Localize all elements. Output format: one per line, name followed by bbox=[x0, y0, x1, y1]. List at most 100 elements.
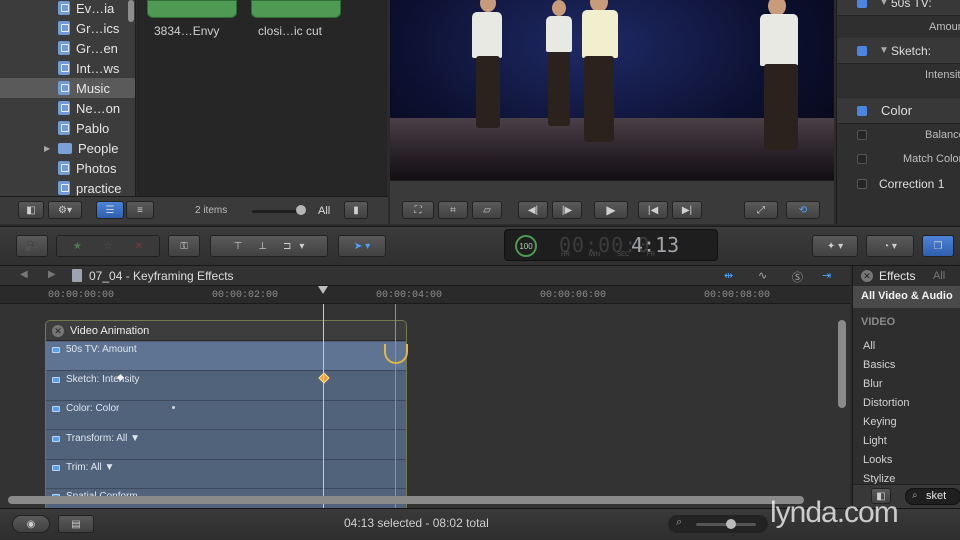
zoom-out-icon[interactable]: ⌕ bbox=[676, 516, 682, 529]
distort-icon[interactable]: ▱ bbox=[472, 201, 502, 219]
animation-row[interactable]: Trim: All ▼ bbox=[46, 460, 406, 489]
zoom-slider-knob[interactable] bbox=[726, 519, 736, 529]
effects-category[interactable]: Blur bbox=[863, 378, 883, 390]
library-item[interactable]: Int…ws bbox=[0, 58, 135, 78]
param-icon bbox=[52, 465, 60, 471]
effect-header[interactable]: Color bbox=[837, 98, 960, 124]
effect-enable-checkbox[interactable] bbox=[857, 105, 867, 116]
timeline-ruler[interactable]: 00:00:00:00 00:00:02:00 00:00:04:00 00:0… bbox=[0, 286, 850, 304]
retime-icon[interactable]: ◔ ▾ bbox=[866, 235, 914, 257]
go-to-end-icon[interactable]: ▶| bbox=[672, 201, 702, 219]
effects-filter[interactable]: All bbox=[933, 270, 945, 282]
reject-icon[interactable]: ✕ bbox=[135, 241, 143, 252]
solo-icon[interactable]: Ⓢ bbox=[792, 269, 803, 285]
viewer-toolbar: ⛶ ⌗ ▱ ◀| |▶ ▶ |◀ ▶| ⤢ ⟲ bbox=[390, 180, 834, 224]
import-media-icon[interactable]: 🎥 bbox=[16, 235, 48, 257]
media-browser-icon[interactable]: ❐ bbox=[922, 235, 954, 257]
effects-category[interactable]: Looks bbox=[863, 454, 892, 466]
viewer-display-icon[interactable]: ⛶ bbox=[402, 201, 434, 219]
checkbox[interactable] bbox=[857, 179, 867, 189]
clip-thumbnail[interactable] bbox=[251, 0, 341, 18]
checkbox[interactable] bbox=[857, 154, 867, 164]
rating-buttons[interactable]: ★ ☆ ✕ bbox=[56, 235, 160, 257]
effect-enable-checkbox[interactable] bbox=[857, 45, 867, 56]
edit-buttons[interactable]: ⊤ ⊥ ⊐ ▾ bbox=[210, 235, 328, 257]
filter-label[interactable]: All bbox=[318, 205, 330, 217]
select-tool-icon[interactable]: ➤ ▾ bbox=[338, 235, 386, 257]
close-icon[interactable]: ✕ bbox=[52, 325, 64, 337]
insert-clip-icon[interactable]: ⊥ bbox=[258, 241, 267, 252]
back-arrow-icon[interactable]: ◀ bbox=[20, 269, 28, 280]
library-item[interactable]: Gr…en bbox=[0, 38, 135, 58]
gear-icon[interactable]: ⚙▾ bbox=[48, 201, 82, 219]
library-scrollbar[interactable] bbox=[128, 0, 134, 22]
favorite-icon[interactable]: ★ bbox=[73, 241, 82, 252]
checkbox[interactable] bbox=[857, 130, 867, 140]
previous-frame-icon[interactable]: ◀| bbox=[518, 201, 548, 219]
disclosure-triangle-icon[interactable]: ▼ bbox=[879, 45, 889, 56]
library-item[interactable]: practice bbox=[0, 178, 135, 196]
forward-arrow-icon[interactable]: ▶ bbox=[48, 269, 56, 280]
effects-category[interactable]: Light bbox=[863, 435, 887, 447]
timeline-area[interactable]: ✕ Video Animation 50s TV: Amount Sketch:… bbox=[0, 304, 850, 508]
library-item[interactable]: Ne…on bbox=[0, 98, 135, 118]
audio-meters-icon[interactable]: ◉ bbox=[12, 515, 50, 533]
timeline-vertical-scrollbar[interactable] bbox=[838, 320, 846, 408]
fullscreen-icon[interactable]: ⤢ bbox=[744, 201, 778, 219]
animation-row[interactable]: Sketch: Intensity bbox=[46, 372, 406, 401]
project-title: 07_04 - Keyframing Effects bbox=[89, 269, 234, 283]
library-item[interactable]: Photos bbox=[0, 158, 135, 178]
loop-icon[interactable]: ⟲ bbox=[786, 201, 820, 219]
disclosure-triangle-icon[interactable]: ▶ bbox=[44, 144, 54, 153]
clip-thumbnail[interactable] bbox=[147, 0, 237, 18]
dashboard-timecode[interactable]: 100 00:00:0 4:13 HR MIN SEC FR bbox=[504, 229, 718, 261]
library-item[interactable]: Pablo bbox=[0, 118, 135, 138]
effect-enable-checkbox[interactable] bbox=[857, 0, 867, 8]
keyframe-dot[interactable] bbox=[172, 406, 175, 409]
timeline-zoom-control[interactable]: ⌕ bbox=[668, 515, 768, 533]
enhancements-icon[interactable]: ✦ ▾ bbox=[812, 235, 858, 257]
unrate-icon[interactable]: ☆ bbox=[104, 241, 113, 252]
library-toggle-icon[interactable]: ◧ bbox=[18, 201, 44, 219]
append-clip-icon[interactable]: ⊐ bbox=[283, 241, 291, 252]
list-view-icon[interactable]: ≡ bbox=[126, 201, 154, 219]
browser-toolbar: ◧ ⚙▾ ☰ ≡ 2 items All ▮ bbox=[0, 196, 388, 224]
library-item-selected[interactable]: Music bbox=[0, 78, 135, 98]
effects-category[interactable]: Keying bbox=[863, 416, 897, 428]
parameter-row: Balance bbox=[837, 122, 960, 148]
slider-knob[interactable] bbox=[296, 205, 306, 215]
video-clip-skimming-icon[interactable]: ⇹ bbox=[724, 269, 733, 282]
timeline-horizontal-scrollbar[interactable] bbox=[8, 496, 804, 504]
close-icon[interactable]: ✕ bbox=[861, 270, 873, 282]
play-icon[interactable]: ▶ bbox=[594, 201, 628, 219]
parameter-row: Correction 1 bbox=[837, 171, 960, 197]
audio-skimming-icon[interactable]: ∿ bbox=[758, 269, 767, 282]
background-tasks-icon[interactable]: 100 bbox=[515, 235, 537, 257]
audio-waveform-icon[interactable]: ▮ bbox=[344, 201, 368, 219]
next-frame-icon[interactable]: |▶ bbox=[552, 201, 582, 219]
effects-category[interactable]: All bbox=[863, 340, 875, 352]
library-item[interactable]: Gr…ics bbox=[0, 18, 135, 38]
snapping-icon[interactable]: ⇥ bbox=[822, 269, 831, 282]
crop-icon[interactable]: ⌗ bbox=[438, 201, 468, 219]
timeline-index-icon[interactable]: ▤ bbox=[58, 515, 94, 533]
animation-row[interactable]: Color: Color bbox=[46, 401, 406, 430]
animation-row-selected[interactable]: 50s TV: Amount bbox=[46, 342, 406, 371]
effects-category[interactable]: Distortion bbox=[863, 397, 909, 409]
effects-category-selected[interactable]: All Video & Audio bbox=[853, 286, 960, 308]
animation-row[interactable]: Transform: All ▼ bbox=[46, 431, 406, 460]
go-to-start-icon[interactable]: |◀ bbox=[638, 201, 668, 219]
event-icon bbox=[58, 81, 70, 95]
connect-clip-icon[interactable]: ⊤ bbox=[234, 241, 243, 252]
filmstrip-view-icon[interactable]: ☰ bbox=[96, 201, 124, 219]
chevron-down-icon[interactable]: ▾ bbox=[299, 241, 304, 252]
library-item[interactable]: ▶ People bbox=[0, 138, 135, 158]
playhead[interactable] bbox=[323, 304, 324, 508]
effects-category[interactable]: Basics bbox=[863, 359, 895, 371]
library-item[interactable]: Ev…ia bbox=[0, 0, 135, 18]
disclosure-triangle-icon[interactable]: ▼ bbox=[879, 0, 889, 8]
effect-header[interactable]: ▼ Sketch: bbox=[837, 38, 960, 64]
keyword-icon[interactable]: ⚿ bbox=[168, 235, 200, 257]
effects-search-input[interactable]: ⌕ sket bbox=[905, 488, 960, 505]
event-icon bbox=[58, 41, 70, 55]
